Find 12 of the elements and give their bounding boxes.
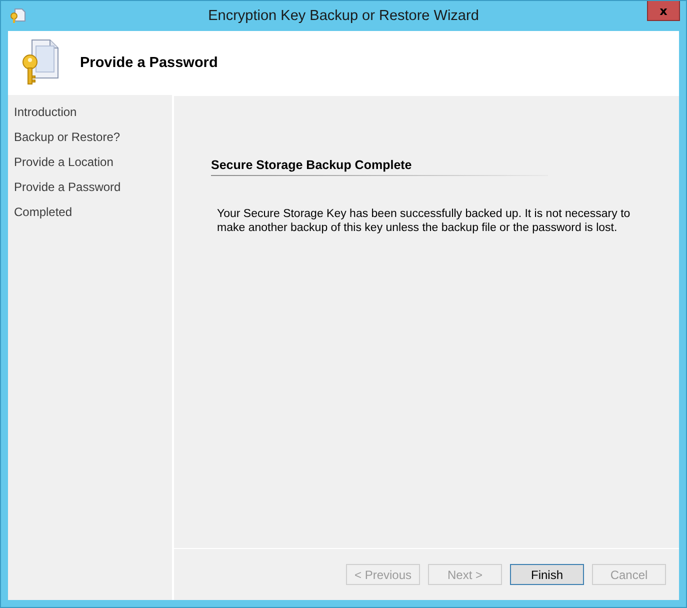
- step-item: Backup or Restore?: [13, 129, 120, 146]
- step-item: Provide a Password: [13, 179, 121, 196]
- window-title: Encryption Key Backup or Restore Wizard: [208, 8, 479, 24]
- step-item: Provide a Location: [13, 154, 114, 171]
- dialog-button[interactable]: Finish: [510, 564, 584, 585]
- close-button[interactable]: x: [647, 1, 680, 21]
- app-icon: [10, 8, 26, 24]
- step-item: Introduction: [13, 104, 77, 121]
- message-text: Your Secure Storage Key has been successfully backed up. It is not necessary to make another backup of this key unless the backup file or the password is lost.: [217, 207, 632, 235]
- step-item: Completed: [13, 204, 72, 221]
- section-heading: Secure Storage Backup Complete: [211, 158, 412, 174]
- page-title: Provide a Password: [80, 55, 218, 71]
